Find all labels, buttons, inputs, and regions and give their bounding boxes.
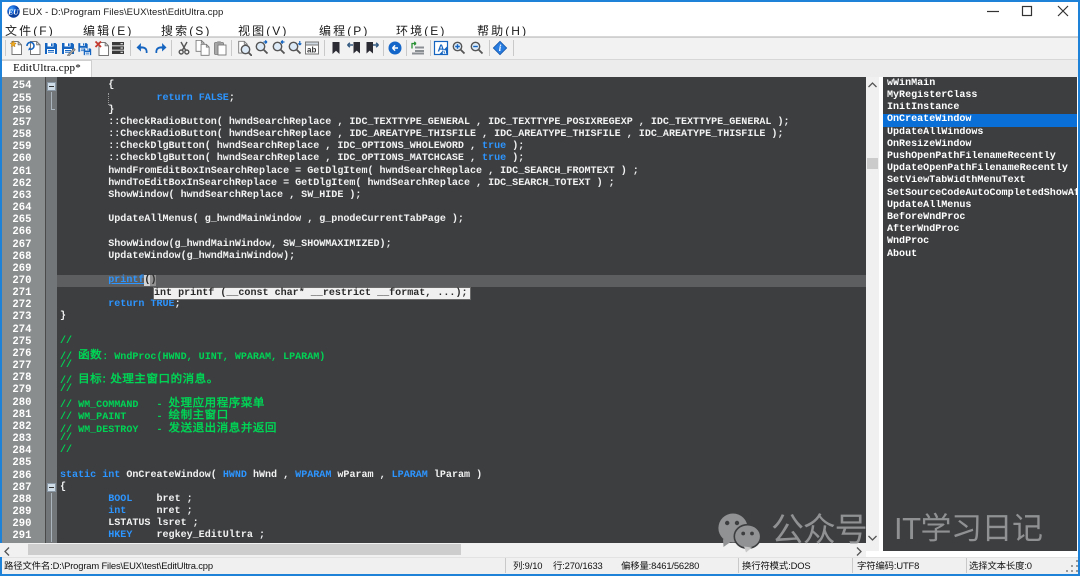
svg-text:a: a [443,49,447,56]
svg-text:EU: EU [7,8,19,17]
svg-text:ab: ab [307,45,316,54]
